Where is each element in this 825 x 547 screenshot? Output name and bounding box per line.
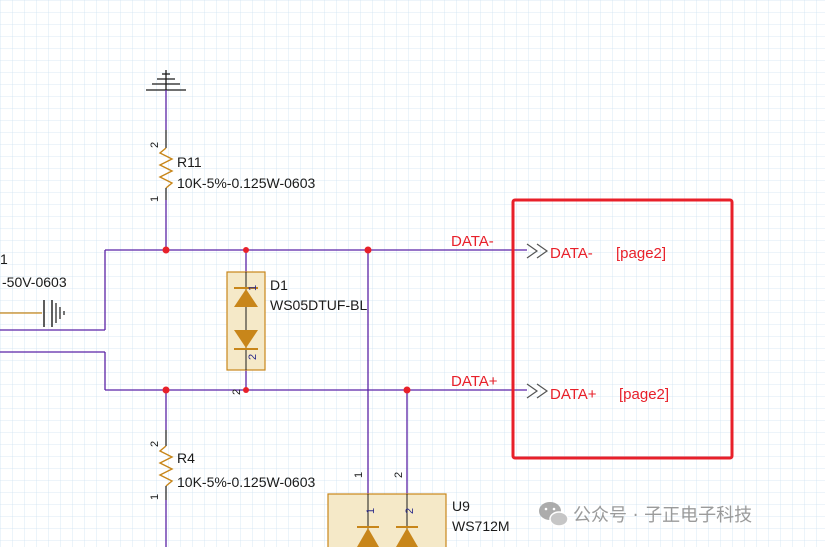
r4-designator: R4 [177,450,195,466]
port-data-minus[interactable]: DATA- [550,245,593,262]
u9-pin-inner-2: 2 [404,508,416,514]
r4-pin-top: 2 [149,441,161,447]
u9-pin-inner-1: 1 [365,508,377,514]
d1-pin-inner-1: 1 [247,285,259,291]
u9-pin-outer-2: 2 [393,472,405,478]
d1-pin-outer-2: 2 [231,389,243,395]
u9-pin-outer-1: 1 [353,472,365,478]
d1-pin-inner-2: 2 [247,354,259,360]
left-part-value: -50V-0603 [2,274,67,290]
net-label-data-minus: DATA- [451,233,494,250]
left-part-designator: 1 [0,251,8,267]
page-ref-data-minus[interactable]: [page2] [616,245,666,262]
r4-value: 10K-5%-0.125W-0603 [177,474,315,490]
r4-pin-bottom: 1 [149,494,161,500]
r11-pin-bottom: 1 [149,196,161,202]
d1-designator: D1 [270,277,288,293]
page-ref-data-plus[interactable]: [page2] [619,386,669,403]
r11-pin-top: 2 [149,142,161,148]
schematic-canvas: 1 -50V-0603 2 1 R11 10K-5%-0.125W-0603 1… [0,0,825,547]
r11-designator: R11 [177,154,202,170]
r11-value: 10K-5%-0.125W-0603 [177,175,315,191]
port-data-plus[interactable]: DATA+ [550,386,597,403]
background-grid [0,0,825,547]
net-label-data-plus: DATA+ [451,373,498,390]
schematic-drawing: 1 -50V-0603 2 1 R11 10K-5%-0.125W-0603 1… [0,0,825,547]
d1-value: WS05DTUF-BL [270,297,367,313]
u9-designator: U9 [452,498,470,514]
watermark-text: 公众号 · 子正电子科技 [573,505,752,526]
u9-value: WS712M [452,518,510,534]
